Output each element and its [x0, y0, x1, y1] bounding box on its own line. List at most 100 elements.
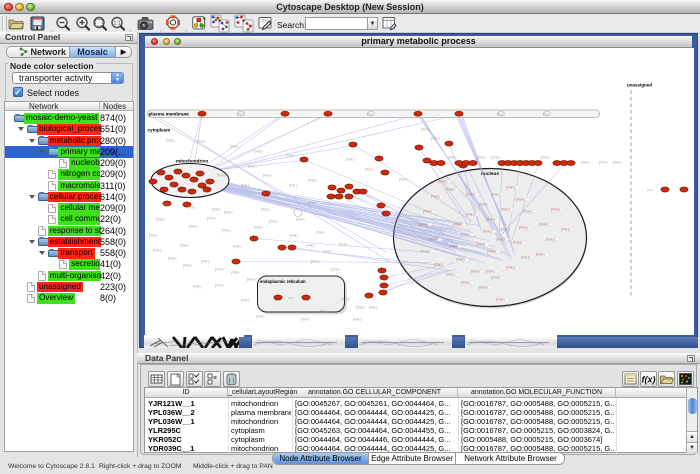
svg-text:(Yxx-): (Yxx-): [599, 161, 608, 165]
svg-text:f(x): f(x): [642, 375, 656, 385]
svg-text:(Yxx-): (Yxx-): [448, 156, 457, 160]
svg-text:(Yxx-): (Yxx-): [581, 161, 590, 165]
svg-text:(Yxx-): (Yxx-): [316, 231, 325, 235]
svg-text:(Yxx-): (Yxx-): [187, 206, 196, 210]
svg-text:(Yxx-): (Yxx-): [491, 193, 500, 197]
svg-text:(Yxx-): (Yxx-): [479, 203, 488, 207]
svg-text:(Yxx-): (Yxx-): [431, 137, 440, 141]
svg-text:(Yxx-): (Yxx-): [541, 156, 550, 160]
svg-text:(Yxx-): (Yxx-): [365, 168, 374, 172]
svg-text:(Yxx-): (Yxx-): [461, 281, 470, 285]
svg-text:(Yxx-): (Yxx-): [212, 208, 221, 212]
svg-text:(Yxx-): (Yxx-): [319, 310, 328, 314]
svg-text:(Yxx-): (Yxx-): [339, 243, 348, 247]
svg-text:(Yxx-): (Yxx-): [193, 285, 202, 289]
svg-text:(Yxx-): (Yxx-): [183, 264, 192, 268]
svg-text:(Yxx-): (Yxx-): [419, 223, 428, 227]
svg-text:(Yxx-): (Yxx-): [308, 179, 317, 183]
svg-text:(Yxx-): (Yxx-): [356, 306, 365, 310]
svg-text:(Yxx-): (Yxx-): [369, 306, 378, 310]
svg-text:(Yxx-): (Yxx-): [149, 234, 158, 238]
svg-text:(Yx): (Yx): [237, 112, 243, 116]
svg-text:(Yxx-): (Yxx-): [263, 174, 272, 178]
svg-text:(Yxx-): (Yxx-): [453, 223, 462, 227]
svg-text:(Yxx-): (Yxx-): [180, 244, 189, 248]
svg-text:(Yx): (Yx): [288, 296, 294, 300]
svg-text:(Yxx-): (Yxx-): [215, 284, 224, 288]
svg-text:(Yxx-): (Yxx-): [496, 238, 505, 242]
svg-text:(Yxx-): (Yxx-): [523, 210, 532, 214]
svg-text:(Yxx-): (Yxx-): [269, 220, 278, 224]
svg-text:(Yxx-): (Yxx-): [296, 218, 305, 222]
svg-text:(Yxx-): (Yxx-): [487, 250, 496, 254]
svg-text:(Yxx-): (Yxx-): [466, 213, 475, 217]
svg-text:(Yxx-): (Yxx-): [486, 218, 495, 222]
svg-text:cytoplasm: cytoplasm: [148, 128, 171, 133]
svg-text:(Yx): (Yx): [647, 188, 653, 192]
svg-text:(Yxx-): (Yxx-): [207, 217, 216, 221]
svg-text:(Yx): (Yx): [543, 112, 549, 116]
svg-text:(Yxx-): (Yxx-): [476, 243, 485, 247]
svg-text:(Yxx-): (Yxx-): [491, 156, 500, 160]
svg-text:(Yxx-): (Yxx-): [247, 278, 256, 282]
svg-text:(Yxx-): (Yxx-): [346, 158, 355, 162]
svg-text:(Yxx-): (Yxx-): [613, 161, 622, 165]
svg-text:(Yxx-): (Yxx-): [323, 250, 332, 254]
svg-text:(Yxx-): (Yxx-): [431, 195, 440, 199]
svg-text:(Yxx-): (Yxx-): [461, 233, 470, 237]
svg-text:(Yxx-): (Yxx-): [248, 165, 257, 169]
svg-text:(Yxx-): (Yxx-): [421, 250, 430, 254]
svg-text:(Yxx-): (Yxx-): [536, 253, 545, 257]
svg-text:(Yxx-): (Yxx-): [189, 225, 198, 229]
svg-text:endoplasmic reticulum: endoplasmic reticulum: [260, 279, 306, 284]
svg-text:(Yxx-): (Yxx-): [215, 268, 224, 272]
svg-text:(Yxx-): (Yxx-): [423, 210, 432, 214]
svg-text:(Yxx-): (Yxx-): [421, 128, 430, 132]
svg-text:(Yx): (Yx): [367, 112, 373, 116]
svg-text:(Yxx-): (Yxx-): [217, 174, 226, 178]
svg-text:(Yxx-): (Yxx-): [477, 156, 486, 160]
svg-text:(Yxx-): (Yxx-): [456, 258, 465, 262]
svg-text:(Yxx-): (Yxx-): [496, 298, 505, 302]
svg-text:(Yxx-): (Yxx-): [166, 139, 175, 143]
svg-text:unassigned: unassigned: [627, 83, 652, 88]
svg-text:(Yxx-): (Yxx-): [254, 150, 263, 154]
svg-text:(Yxx-): (Yxx-): [353, 318, 362, 322]
svg-text:(Yxx-): (Yxx-): [539, 223, 548, 227]
svg-text:(Yxx-): (Yxx-): [491, 276, 500, 280]
svg-text:(Yxx-): (Yxx-): [286, 154, 295, 158]
svg-text:(Yxx-): (Yxx-): [434, 263, 443, 267]
svg-text:(Yxx-): (Yxx-): [446, 273, 455, 277]
svg-text:(Yx): (Yx): [497, 112, 503, 116]
svg-text:(Yxx-): (Yxx-): [506, 186, 515, 190]
svg-text:(Yxx-): (Yxx-): [341, 298, 350, 302]
svg-text:(Yxx-): (Yxx-): [446, 188, 455, 192]
svg-text:(Yxx-): (Yxx-): [197, 140, 206, 144]
svg-text:(Yxx-): (Yxx-): [399, 178, 408, 182]
svg-text:1:1: 1:1: [114, 21, 121, 27]
svg-text:(Yxx-): (Yxx-): [486, 270, 495, 274]
svg-text:(Yxx-): (Yxx-): [466, 193, 475, 197]
svg-text:(Yxx-): (Yxx-): [230, 145, 239, 149]
svg-text:(Yxx-): (Yxx-): [241, 299, 250, 303]
svg-text:(Yxx-): (Yxx-): [479, 286, 488, 290]
svg-text:(Yxx-): (Yxx-): [201, 260, 210, 264]
svg-text:(Yxx-): (Yxx-): [161, 203, 170, 207]
svg-text:(Yxx-): (Yxx-): [156, 218, 165, 222]
svg-text:(Yxx-): (Yxx-): [233, 245, 242, 249]
svg-text:plasma membrane: plasma membrane: [149, 111, 190, 116]
svg-text:(Yxx-): (Yxx-): [551, 208, 560, 212]
svg-text:(Yxx-): (Yxx-): [289, 184, 298, 188]
svg-text:(Yxx-): (Yxx-): [506, 266, 515, 270]
svg-text:(Yxx-): (Yxx-): [483, 230, 492, 234]
svg-text:(Yxx-): (Yxx-): [471, 270, 480, 274]
svg-text:(Yxx-): (Yxx-): [256, 315, 265, 319]
svg-text:mitochondrion: mitochondrion: [176, 159, 208, 164]
svg-text:(Yxx-): (Yxx-): [222, 229, 231, 233]
svg-text:(Yxx-): (Yxx-): [519, 226, 528, 230]
svg-text:(Yxx-): (Yxx-): [153, 249, 162, 253]
svg-text:(Yxx-): (Yxx-): [438, 180, 447, 184]
svg-text:(Yxx-): (Yxx-): [261, 208, 270, 212]
svg-text:(Yxx-): (Yxx-): [561, 228, 570, 232]
svg-text:(Yxx-): (Yxx-): [308, 201, 317, 205]
